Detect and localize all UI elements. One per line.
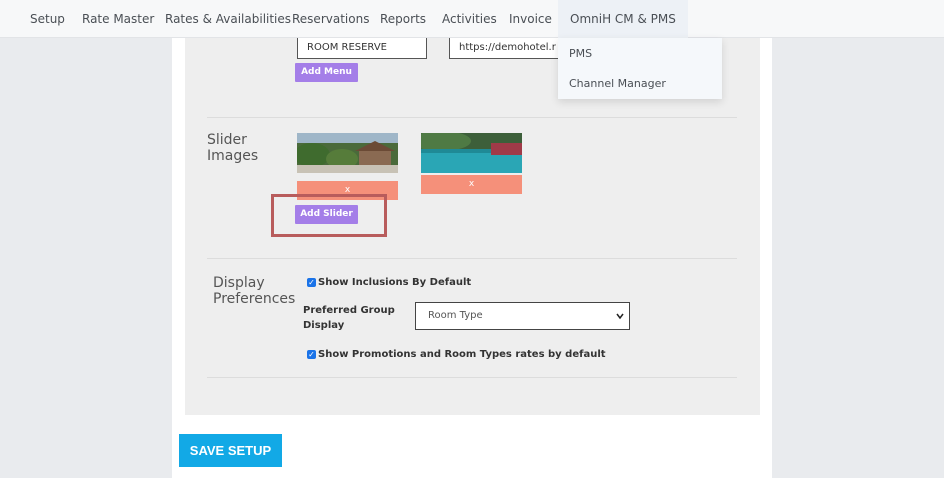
preferred-group-value: Room Type <box>428 310 483 321</box>
dropdown-item-channel-manager[interactable]: Channel Manager <box>569 77 666 90</box>
menu-url-input[interactable]: https://demohotel.r <box>449 38 569 59</box>
nav-invoice[interactable]: Invoice <box>509 0 552 38</box>
divider <box>207 377 737 378</box>
show-inclusions-label: Show Inclusions By Default <box>318 277 472 288</box>
nav-rates-availabilities[interactable]: Rates & Availabilities <box>165 0 291 38</box>
nav-setup[interactable]: Setup <box>30 0 65 38</box>
preferred-group-label: Preferred Group Display <box>303 305 395 331</box>
nav-reports[interactable]: Reports <box>380 0 426 38</box>
slider-image-2 <box>421 133 522 173</box>
add-menu-button[interactable]: Add Menu <box>295 63 358 82</box>
top-nav: Setup Rate Master Rates & Availabilities… <box>0 0 944 38</box>
display-preferences-label: Display Preferences <box>213 275 296 307</box>
show-promotions-checkbox[interactable]: ✓ <box>307 350 316 359</box>
nav-rate-master[interactable]: Rate Master <box>82 0 154 38</box>
menu-name-input[interactable]: ROOM RESERVE <box>297 38 427 59</box>
preferred-group-select[interactable]: Room Type <box>415 302 630 330</box>
chevron-down-icon <box>616 303 624 340</box>
divider <box>207 258 737 259</box>
divider <box>207 117 737 118</box>
nav-activities[interactable]: Activities <box>442 0 497 38</box>
nav-reservations[interactable]: Reservations <box>292 0 369 38</box>
slider-images-label: Slider Images <box>207 132 259 164</box>
slider-image-1 <box>297 133 398 173</box>
dropdown-item-pms[interactable]: PMS <box>569 47 592 60</box>
show-promotions-label: Show Promotions and Room Types rates by … <box>318 349 606 360</box>
remove-slider-2-button[interactable]: x <box>421 175 522 194</box>
save-setup-button[interactable]: SAVE SETUP <box>179 434 282 467</box>
nav-omnih-cm-pms[interactable]: OmniH CM & PMS <box>558 0 688 38</box>
omnih-dropdown-menu: PMS Channel Manager <box>558 38 722 99</box>
show-inclusions-checkbox[interactable]: ✓ <box>307 278 316 287</box>
highlight-box <box>271 194 387 237</box>
